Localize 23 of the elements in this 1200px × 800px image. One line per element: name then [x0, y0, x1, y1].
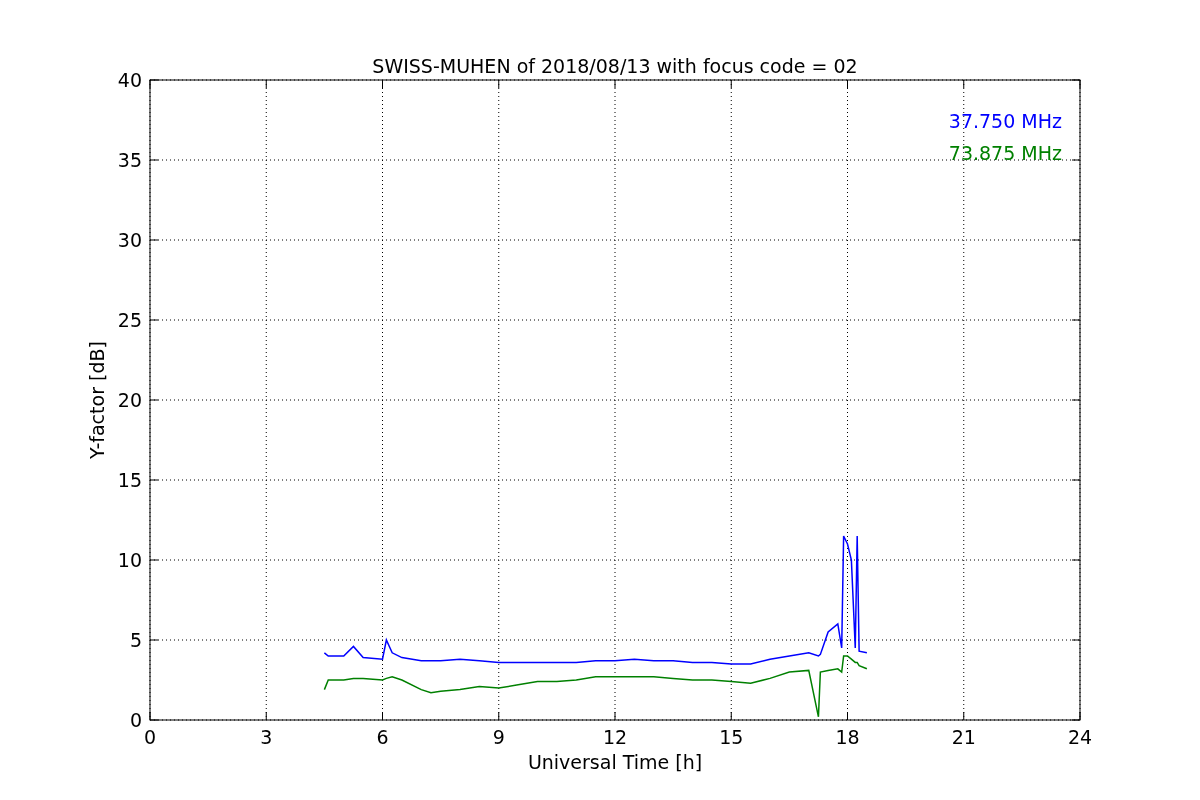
y-tick-label: 35 — [117, 149, 142, 171]
y-tick-label: 30 — [117, 229, 142, 251]
y-tick-label: 15 — [117, 469, 142, 491]
x-tick-label: 24 — [1067, 726, 1093, 748]
x-axis-label: Universal Time [h] — [527, 751, 703, 773]
y-tick-label: 40 — [117, 69, 142, 91]
x-tick-label: 0 — [143, 726, 157, 748]
legend-label: 73.875 MHz — [948, 142, 1062, 164]
chart-title: SWISS-MUHEN of 2018/08/13 with focus code = 02 — [372, 55, 858, 77]
x-tick-label: 12 — [602, 726, 628, 748]
x-tick-label: 3 — [260, 726, 273, 748]
y-tick-label: 5 — [129, 629, 142, 651]
x-tick-label: 18 — [835, 726, 860, 748]
y-tick-label: 20 — [117, 389, 142, 411]
x-tick-label: 9 — [492, 726, 505, 748]
x-tick-label: 21 — [951, 726, 976, 748]
y-tick-label: 25 — [117, 309, 142, 331]
y-tick-label: 0 — [129, 709, 142, 731]
y-axis-label: Y-factor [dB] — [86, 341, 108, 459]
x-tick-label: 6 — [376, 726, 389, 748]
legend-label: 37.750 MHz — [948, 110, 1062, 132]
x-tick-label: 15 — [719, 726, 744, 748]
y-tick-label: 10 — [117, 549, 142, 571]
